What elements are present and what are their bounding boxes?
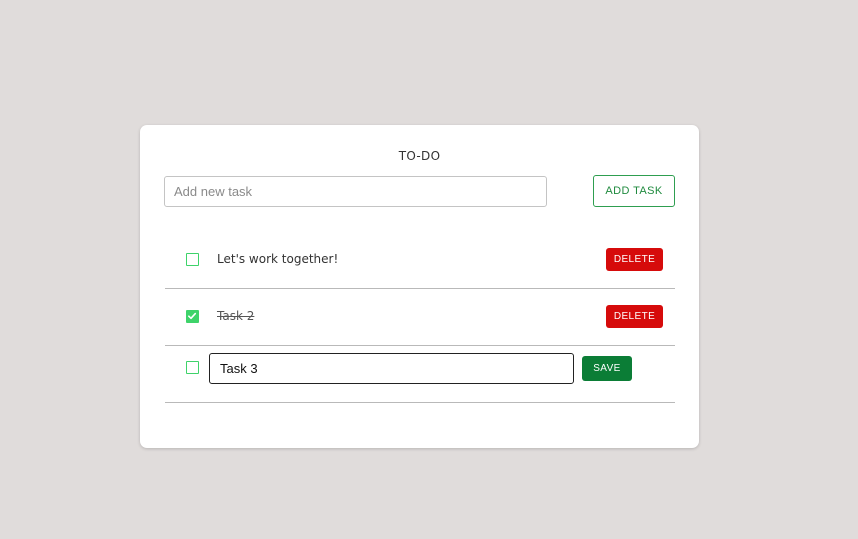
task-checkbox[interactable]: [186, 253, 199, 266]
new-task-input[interactable]: [164, 176, 547, 207]
task-list: Let's work together! DELETE Task 2 DELET…: [165, 232, 675, 403]
task-row: Task 2 DELETE: [165, 289, 675, 346]
task-checkbox[interactable]: [186, 310, 199, 323]
delete-button[interactable]: DELETE: [606, 305, 663, 328]
todo-card: TO-DO ADD TASK Let's work together! DELE…: [140, 125, 699, 448]
add-task-button[interactable]: ADD TASK: [593, 175, 675, 207]
task-row: Let's work together! DELETE: [165, 232, 675, 289]
task-edit-input[interactable]: [209, 353, 574, 384]
task-label: Let's work together!: [217, 252, 339, 266]
delete-button[interactable]: DELETE: [606, 248, 663, 271]
task-row: SAVE: [165, 346, 675, 403]
save-button[interactable]: SAVE: [582, 356, 632, 381]
task-checkbox[interactable]: [186, 361, 199, 374]
page-title: TO-DO: [398, 149, 441, 163]
check-icon: [188, 312, 197, 320]
task-label: Task 2: [217, 309, 255, 323]
